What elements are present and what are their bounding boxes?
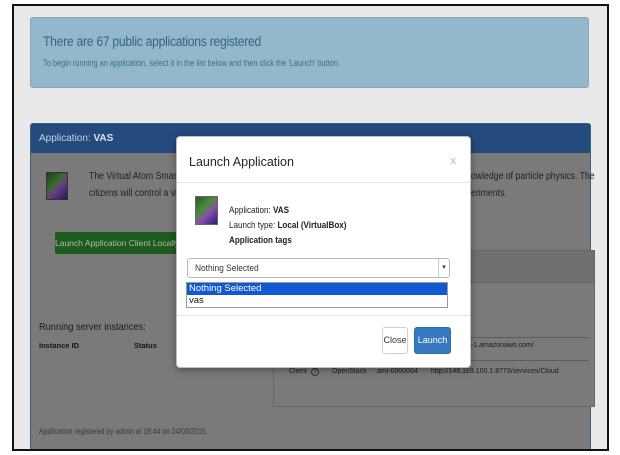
application-description: The Virtual Atom Smasher (VAS) citizens … — [89, 168, 216, 202]
info-icon[interactable]: ? — [310, 368, 319, 376]
close-button[interactable]: Close — [382, 327, 408, 354]
info-alert-title: There are 67 public applications registe… — [43, 34, 262, 49]
description-line: The Virtual Atom Smasher (VAS) — [89, 171, 216, 182]
application-line: Application: VAS — [229, 203, 346, 218]
endpoint-cloud: OpenStack — [332, 368, 367, 375]
launch-button[interactable]: Launch — [414, 327, 451, 354]
endpoint-url: http://146.169.100.1:8773/services/Cloud — [431, 368, 559, 375]
application-details: Application: VAS Launch type: Local (Vir… — [229, 203, 346, 248]
browser-window: There are 67 public applications registe… — [12, 4, 609, 451]
tags-dropdown-list: Nothing Selected vas — [186, 282, 448, 308]
description-line: owledge of particle physics. The — [471, 171, 595, 182]
endpoint-image: ami-0000004 — [377, 368, 418, 375]
application-value: VAS — [273, 205, 290, 216]
endpoint-url: -1.amazonaws.com/ — [471, 342, 534, 349]
application-header-label: Application: — [39, 133, 94, 144]
running-instances-title: Running server instances: — [39, 321, 146, 333]
endpoint-type: Client ? — [289, 368, 319, 376]
application-thumbnail — [46, 172, 68, 200]
description-line: eriments. — [471, 188, 507, 199]
tags-select[interactable]: Nothing Selected ▾ — [187, 258, 450, 278]
launch-type-label: Launch type: — [229, 220, 278, 231]
launch-type-line: Launch type: Local (VirtualBox) — [229, 218, 346, 233]
application-description-continued: owledge of particle physics. The eriment… — [471, 168, 595, 202]
application-header-name: VAS — [93, 133, 114, 144]
modal-divider — [177, 315, 470, 316]
application-tags-label: Application tags — [229, 235, 292, 246]
modal-title: Launch Application — [189, 155, 294, 169]
info-alert-subtitle: To begin running an application, select … — [43, 58, 340, 68]
tags-select-value: Nothing Selected — [195, 263, 259, 274]
application-footer: Application registered by admin at 18:44… — [39, 427, 208, 436]
page-content: There are 67 public applications registe… — [14, 6, 607, 449]
application-label: Application: — [229, 205, 274, 216]
column-header-status: Status — [134, 341, 157, 350]
launch-client-locally-button[interactable]: Launch Application Client Locally — [55, 232, 179, 254]
launch-type-value: Local (VirtualBox) — [277, 220, 347, 231]
column-header-instance-id: Instance ID — [39, 341, 80, 350]
tags-line: Application tags — [229, 233, 346, 248]
launch-application-modal: Launch Application x Application: VAS La… — [176, 136, 471, 368]
description-line: citizens will control a virtual ato — [89, 188, 209, 199]
modal-divider — [177, 182, 470, 183]
chevron-down-icon[interactable]: ▾ — [438, 259, 449, 277]
endpoint-type-label: Client — [289, 368, 307, 375]
close-icon[interactable]: x — [451, 155, 457, 167]
application-thumbnail — [195, 196, 218, 225]
dropdown-option-vas[interactable]: vas — [187, 295, 447, 307]
dropdown-option-nothing-selected[interactable]: Nothing Selected — [187, 283, 447, 295]
info-alert: There are 67 public applications registe… — [30, 17, 589, 88]
